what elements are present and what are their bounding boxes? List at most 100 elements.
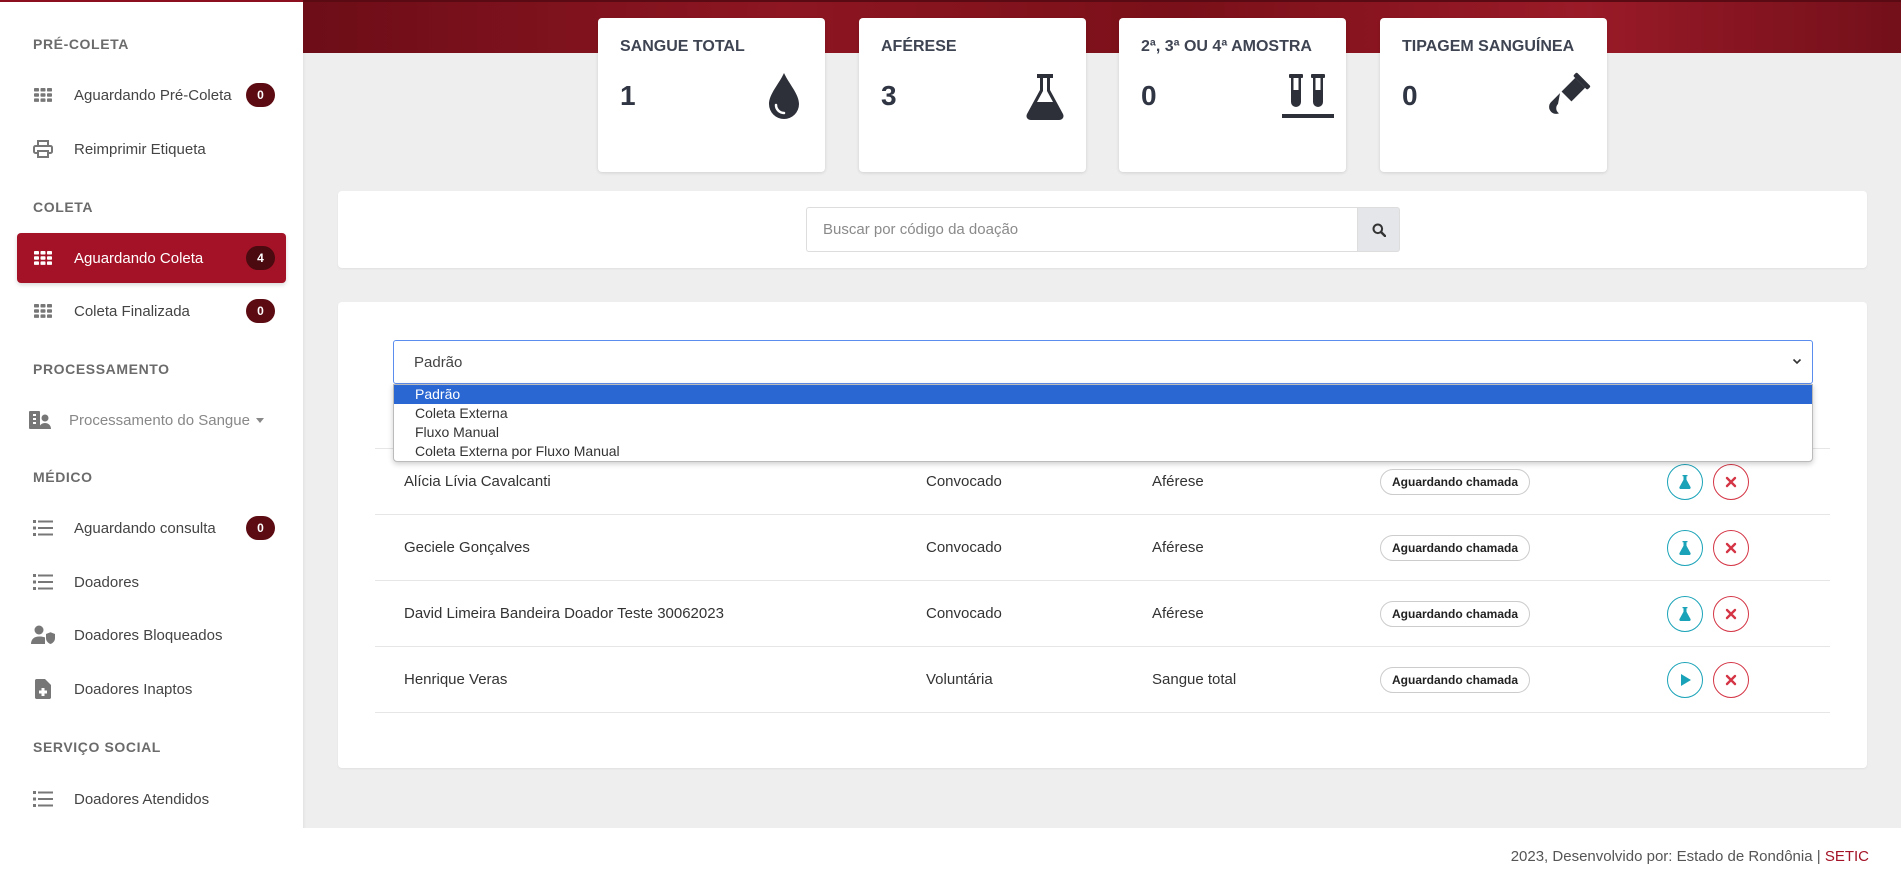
sidebar-item-doadores[interactable]: Doadores bbox=[17, 557, 286, 607]
donor-type: Voluntária bbox=[926, 671, 993, 688]
setic-link[interactable]: SETIC bbox=[1825, 848, 1869, 865]
list-icon bbox=[30, 789, 56, 809]
card-value: 1 bbox=[620, 80, 636, 111]
section-coleta: COLETA bbox=[33, 199, 94, 215]
start-aferese-button[interactable] bbox=[1667, 464, 1703, 500]
card-value: 0 bbox=[1141, 80, 1157, 111]
search-icon bbox=[1372, 223, 1386, 237]
file-medical-icon bbox=[30, 679, 56, 699]
cancel-button[interactable] bbox=[1713, 662, 1749, 698]
printer-icon bbox=[30, 139, 56, 159]
option-padrao[interactable]: Padrão bbox=[394, 385, 1812, 404]
sidebar-item-doadores-inaptos[interactable]: Doadores Inaptos bbox=[17, 664, 286, 714]
sidebar-item-aguardando-consulta[interactable]: Aguardando consulta 0 bbox=[17, 503, 286, 553]
search-button[interactable] bbox=[1357, 207, 1400, 252]
stat-card-tipagem: TIPAGEM SANGUÍNEA 0 bbox=[1380, 18, 1607, 172]
table-row: Geciele Gonçalves Convocado Aférese Agua… bbox=[375, 515, 1830, 581]
grid-icon bbox=[30, 248, 56, 268]
start-collection-button[interactable] bbox=[1667, 662, 1703, 698]
donation-list-panel: Padrão Padrão Coleta Externa Fluxo Manua… bbox=[338, 302, 1867, 768]
collection-type: Aférese bbox=[1152, 539, 1204, 556]
count-badge: 4 bbox=[246, 246, 275, 270]
grid-icon bbox=[30, 301, 56, 321]
count-badge: 0 bbox=[246, 299, 275, 323]
card-value: 0 bbox=[1402, 80, 1418, 111]
table-row: Henrique Veras Voluntária Sangue total A… bbox=[375, 647, 1830, 713]
footer: 2023, Desenvolvido por: Estado de Rondôn… bbox=[303, 828, 1901, 882]
hospital-user-icon bbox=[27, 410, 53, 430]
list-icon bbox=[30, 572, 56, 592]
flask-icon bbox=[1018, 70, 1072, 124]
cancel-button[interactable] bbox=[1713, 530, 1749, 566]
donor-type: Convocado bbox=[926, 539, 1002, 556]
start-aferese-button[interactable] bbox=[1667, 530, 1703, 566]
status-badge: Aguardando chamada bbox=[1380, 601, 1531, 627]
card-value: 3 bbox=[881, 80, 897, 111]
donor-type: Convocado bbox=[926, 473, 1002, 490]
sidebar-item-processamento-sangue[interactable]: Processamento do Sangue bbox=[17, 395, 286, 445]
option-coleta-externa[interactable]: Coleta Externa bbox=[394, 404, 1812, 423]
count-badge: 0 bbox=[246, 83, 275, 107]
sidebar-item-label: Coleta Finalizada bbox=[74, 302, 190, 320]
sidebar-item-coleta-finalizada[interactable]: Coleta Finalizada 0 bbox=[17, 286, 286, 336]
sidebar-item-label: Doadores bbox=[74, 573, 140, 591]
flow-filter-dropdown: Padrão Coleta Externa Fluxo Manual Colet… bbox=[393, 384, 1813, 462]
user-shield-icon bbox=[30, 625, 56, 645]
sidebar-item-label: Doadores Inaptos bbox=[74, 680, 193, 698]
test-tubes-icon bbox=[1278, 70, 1334, 124]
stat-card-amostra: 2ª, 3ª OU 4ª AMOSTRA 0 bbox=[1119, 18, 1346, 172]
grid-icon bbox=[30, 85, 56, 105]
cancel-button[interactable] bbox=[1713, 596, 1749, 632]
sidebar-item-doadores-atendidos[interactable]: Doadores Atendidos bbox=[17, 774, 286, 824]
start-aferese-button[interactable] bbox=[1667, 596, 1703, 632]
close-icon bbox=[1725, 542, 1737, 554]
count-badge: 0 bbox=[246, 516, 275, 540]
status-badge: Aguardando chamada bbox=[1380, 469, 1531, 495]
section-processamento: PROCESSAMENTO bbox=[33, 361, 170, 377]
donor-type: Convocado bbox=[926, 605, 1002, 622]
donor-name: Geciele Gonçalves bbox=[404, 539, 530, 556]
close-icon bbox=[1725, 476, 1737, 488]
collection-type: Aférese bbox=[1152, 473, 1204, 490]
donor-name: Alícia Lívia Cavalcanti bbox=[404, 473, 551, 490]
sidebar-item-doadores-bloqueados[interactable]: Doadores Bloqueados bbox=[17, 610, 286, 660]
vial-icon bbox=[1539, 70, 1593, 124]
stat-card-aferese: AFÉRESE 3 bbox=[859, 18, 1086, 172]
table-row: David Limeira Bandeira Doador Teste 3006… bbox=[375, 581, 1830, 647]
option-coleta-externa-fluxo-manual[interactable]: Coleta Externa por Fluxo Manual bbox=[394, 442, 1812, 461]
option-fluxo-manual[interactable]: Fluxo Manual bbox=[394, 423, 1812, 442]
list-icon bbox=[30, 518, 56, 538]
card-title: AFÉRESE bbox=[881, 38, 957, 55]
sidebar-item-label: Doadores Bloqueados bbox=[74, 626, 223, 644]
collection-type: Aférese bbox=[1152, 605, 1204, 622]
status-badge: Aguardando chamada bbox=[1380, 667, 1531, 693]
sidebar-item-aguardando-pre-coleta[interactable]: Aguardando Pré-Coleta 0 bbox=[17, 70, 286, 120]
sidebar-item-label: Reimprimir Etiqueta bbox=[74, 140, 206, 158]
flask-icon bbox=[1679, 541, 1691, 555]
caret-down-icon bbox=[255, 418, 264, 424]
sidebar-item-label: Aguardando consulta bbox=[74, 519, 216, 537]
sidebar-item-label: Aguardando Coleta bbox=[74, 249, 204, 267]
sidebar: PRÉ-COLETA Aguardando Pré-Coleta 0 Reimp… bbox=[0, 0, 303, 882]
play-icon bbox=[1681, 674, 1691, 686]
collection-type: Sangue total bbox=[1152, 671, 1237, 688]
header-banner bbox=[303, 0, 1901, 53]
sidebar-item-reimprimir-etiqueta[interactable]: Reimprimir Etiqueta bbox=[17, 124, 286, 174]
footer-credits: 2023, Desenvolvido por: Estado de Rondôn… bbox=[1510, 848, 1869, 865]
flask-icon bbox=[1679, 475, 1691, 489]
card-title: 2ª, 3ª OU 4ª AMOSTRA bbox=[1141, 38, 1312, 55]
donor-name: Henrique Veras bbox=[404, 671, 508, 688]
cancel-button[interactable] bbox=[1713, 464, 1749, 500]
search-input[interactable] bbox=[806, 207, 1358, 252]
section-servico-social: SERVIÇO SOCIAL bbox=[33, 739, 161, 755]
sidebar-item-label: Doadores Atendidos bbox=[74, 790, 210, 808]
flow-filter-select[interactable]: Padrão bbox=[393, 340, 1813, 384]
select-value: Padrão bbox=[414, 353, 463, 371]
chevron-down-icon bbox=[1792, 358, 1802, 365]
sidebar-item-label: Processamento do Sangue bbox=[69, 412, 264, 429]
status-badge: Aguardando chamada bbox=[1380, 535, 1531, 561]
flask-icon bbox=[1679, 607, 1691, 621]
stat-card-sangue-total: SANGUE TOTAL 1 bbox=[598, 18, 825, 172]
sidebar-item-aguardando-coleta[interactable]: Aguardando Coleta 4 bbox=[17, 233, 286, 283]
search-panel bbox=[338, 191, 1867, 268]
